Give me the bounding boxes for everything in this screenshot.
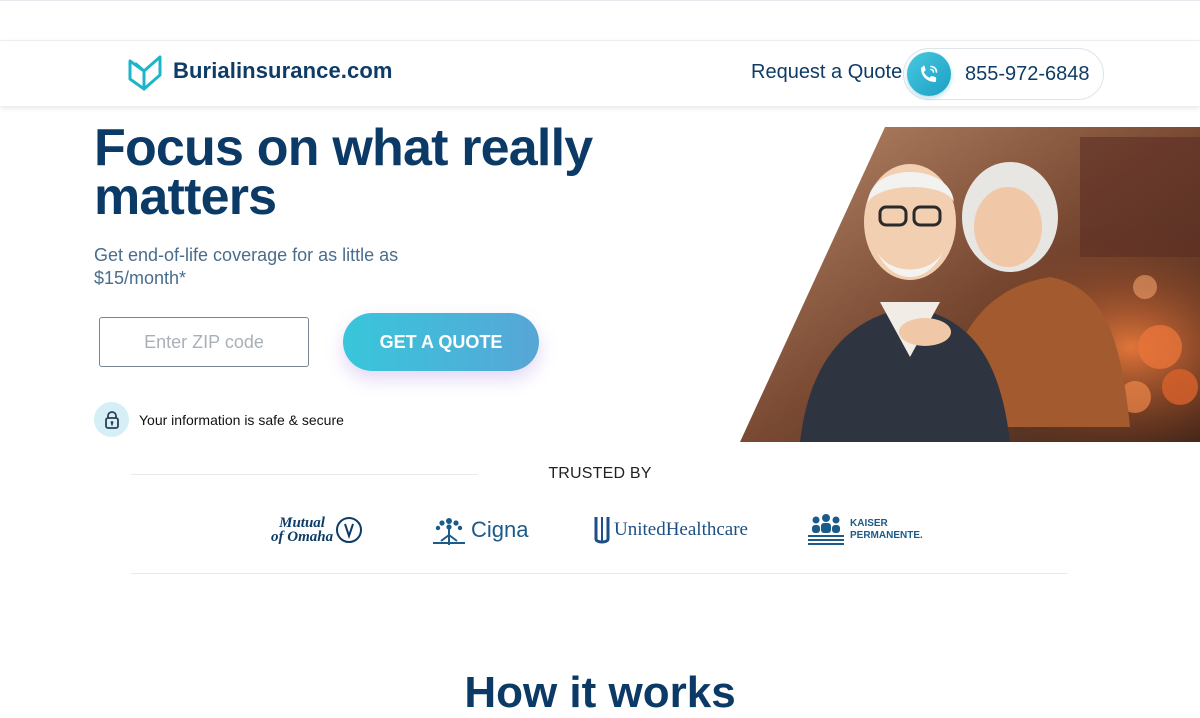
hero-title: Focus on what really matters: [94, 119, 593, 226]
brand-cigna-name: Cigna: [471, 517, 529, 542]
phone-number: 855-972-6848: [965, 62, 1090, 85]
lock-icon-circle: [94, 402, 129, 437]
brand-mutual-line2: of Omaha: [271, 529, 334, 545]
get-quote-button[interactable]: GET A QUOTE: [343, 313, 539, 371]
family-icon: [808, 514, 844, 545]
logo-text: Burialinsurance.com: [173, 58, 393, 83]
indian-head-icon: [336, 517, 363, 543]
brand-unitedhealthcare: UnitedHealthcare: [594, 508, 748, 552]
logo-leaf-icon: [128, 55, 162, 91]
site-header: Burialinsurance.com Request a Quote 855-…: [0, 41, 1200, 106]
brand-kaiser-line1: KAISER: [850, 518, 888, 529]
brand-mutual-line1: Mutual: [279, 515, 325, 531]
divider-bottom: [131, 573, 1068, 574]
brand-kaiser-permanente: KAISER PERMANENTE.: [808, 508, 923, 552]
phone-icon: [921, 65, 938, 82]
site-logo[interactable]: Burialinsurance.com: [127, 51, 393, 91]
brand-cigna: Cigna: [431, 508, 528, 552]
phone-icon-circle: [907, 52, 951, 96]
trusted-by-label: TRUSTED BY: [548, 465, 652, 482]
lock-icon: [104, 410, 119, 429]
top-strip: [0, 0, 1200, 41]
hero-image-couple: [740, 127, 1200, 442]
brand-uhc-name: UnitedHealthcare: [614, 519, 748, 540]
brand-mutual-of-omaha: Mutual of Omaha: [271, 508, 363, 552]
brand-kaiser-line2: PERMANENTE.: [850, 530, 923, 541]
phone-button[interactable]: 855-972-6848: [903, 48, 1104, 100]
trusted-logos: Mutual of Omaha Cigna UnitedHealthcare K…: [0, 508, 1200, 552]
secure-notice: Your information is safe & secure: [94, 402, 344, 437]
hero-subtitle: Get end-of-life coverage for as little a…: [94, 245, 399, 288]
tree-icon: [433, 518, 465, 545]
how-it-works-heading: How it works: [464, 668, 736, 717]
uhc-shield-icon: [594, 517, 610, 544]
request-quote-link[interactable]: Request a Quote: [751, 61, 902, 84]
secure-text: Your information is safe & secure: [139, 411, 344, 428]
zip-code-input[interactable]: [99, 317, 309, 367]
